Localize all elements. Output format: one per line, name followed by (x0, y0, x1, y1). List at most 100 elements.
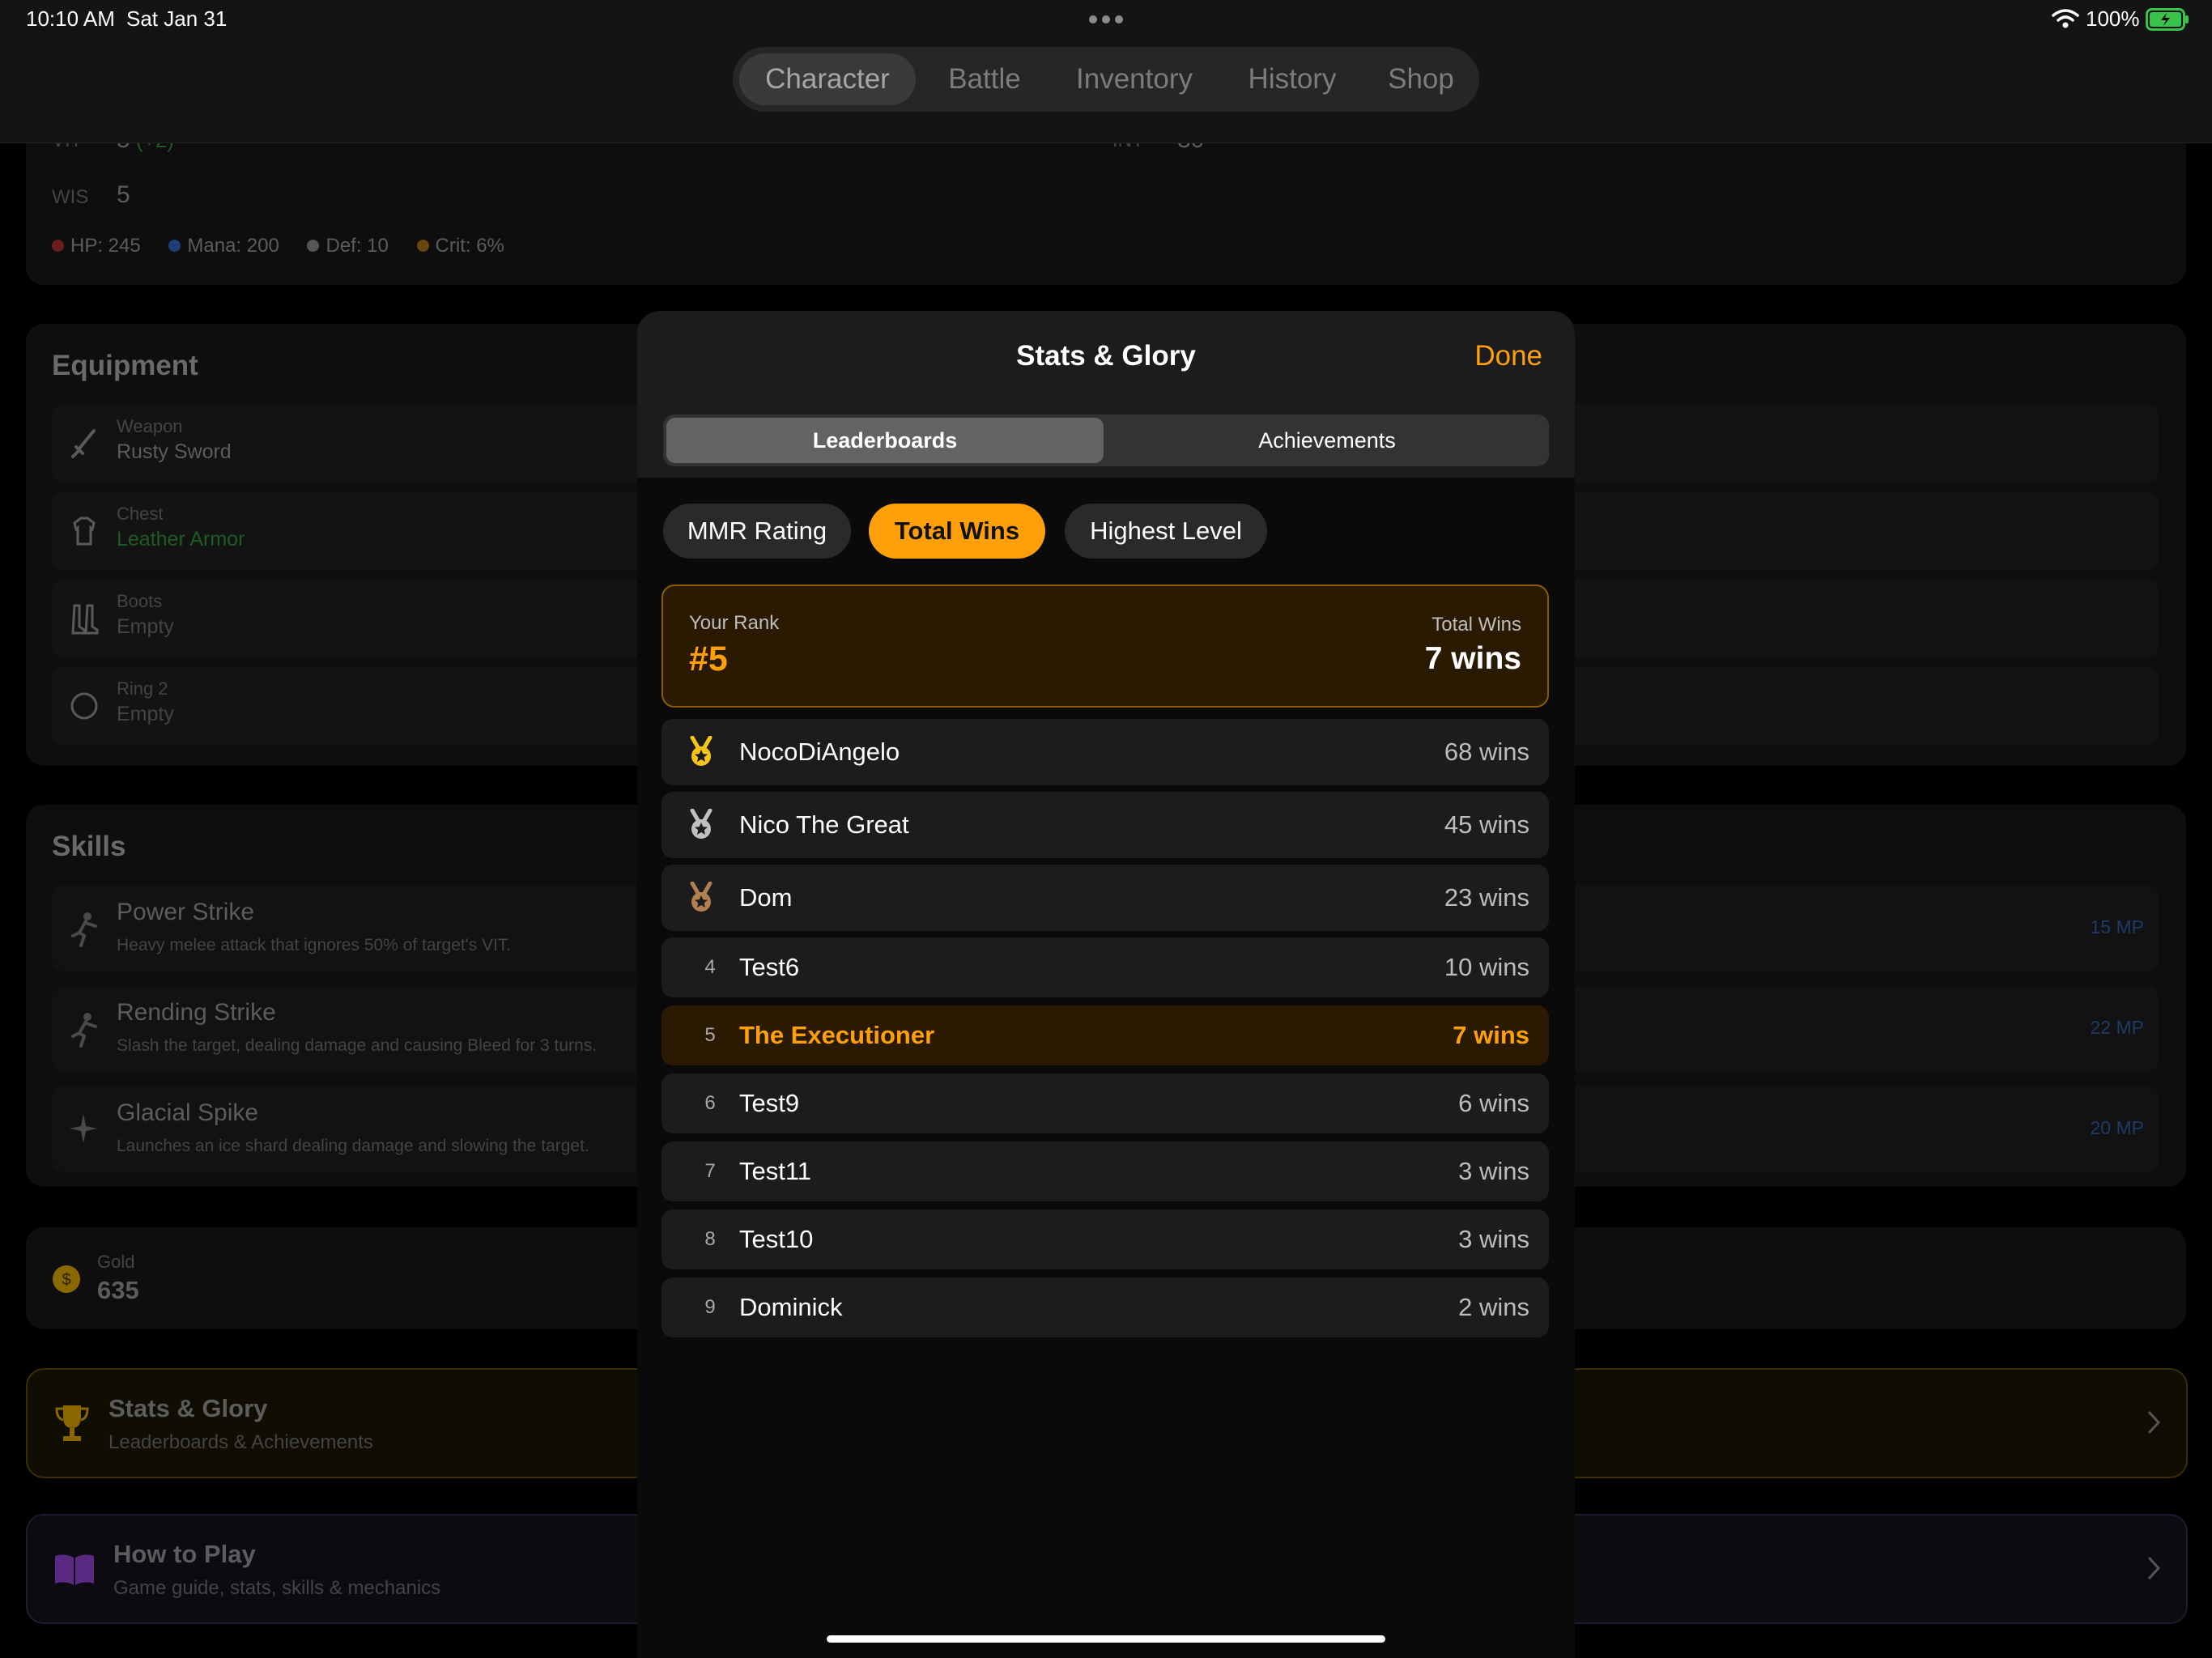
wifi-icon (2052, 8, 2079, 29)
slot-item: Leather Armor (117, 528, 245, 551)
tab-shop[interactable]: Shop (1369, 53, 1473, 105)
slot-label: Weapon (117, 416, 183, 436)
slot-item: Rusty Sword (117, 440, 232, 463)
more-dots-icon[interactable] (1087, 11, 1125, 28)
chevron-right-icon (2146, 1409, 2162, 1436)
player-wins: 3 wins (1458, 1225, 1529, 1253)
leaderboard-row[interactable]: Dom 23 wins (661, 865, 1549, 931)
sheet-title: Stats & Glory (1016, 340, 1196, 372)
player-name: The Executioner (739, 1021, 935, 1049)
coin-icon: $ (52, 1265, 81, 1294)
rank-number: 8 (704, 1228, 716, 1250)
slot-label: Boots (117, 591, 163, 611)
sparkle-icon (68, 1111, 99, 1146)
leaderboard-row[interactable]: 9 Dominick 2 wins (661, 1278, 1549, 1337)
medal-icon (687, 736, 715, 768)
rank-number: 4 (704, 956, 716, 978)
skill-name: Power Strike (117, 899, 255, 925)
your-rank-value: #5 (689, 640, 728, 678)
medal-icon (687, 882, 715, 914)
sheet-header: Stats & Glory Done Leaderboards Achievem… (637, 311, 1575, 478)
player-wins: 2 wins (1458, 1293, 1529, 1321)
skill-cost: 22 MP (2090, 1017, 2144, 1038)
segment-achievements[interactable]: Achievements (1108, 418, 1546, 463)
leaderboard-row[interactable]: 6 Test9 6 wins (661, 1073, 1549, 1133)
equipment-title: Equipment (52, 350, 198, 381)
status-time: 10:10 AM (26, 6, 115, 31)
leaderboard-row[interactable]: 4 Test6 10 wins (661, 937, 1549, 997)
leaderboard-row[interactable]: 8 Test10 3 wins (661, 1209, 1549, 1269)
player-wins: 45 wins (1444, 810, 1529, 839)
hp-stat: HP: 245 (70, 235, 141, 257)
how-to-play-subtitle: Game guide, stats, skills & mechanics (113, 1577, 441, 1599)
player-name: NocoDiAngelo (739, 738, 900, 766)
leaderboard-row[interactable]: NocoDiAngelo 68 wins (661, 719, 1549, 785)
skills-title: Skills (52, 831, 126, 862)
player-wins: 10 wins (1444, 953, 1529, 981)
filter-total-wins[interactable]: Total Wins (869, 504, 1045, 559)
leaderboard-row[interactable]: Nico The Great 45 wins (661, 792, 1549, 858)
boots-icon (70, 602, 99, 635)
gold-label: Gold (97, 1252, 135, 1272)
your-rank-metric-value: 7 wins (1424, 641, 1521, 676)
wis-label: WIS (52, 186, 89, 208)
slot-item: Empty (117, 703, 174, 725)
your-rank-label: Your Rank (689, 612, 780, 634)
battery-icon (2146, 8, 2189, 31)
skill-name: Glacial Spike (117, 1099, 259, 1126)
ring-icon (70, 690, 99, 722)
tab-battle[interactable]: Battle (924, 53, 1045, 105)
rank-number: 9 (704, 1296, 716, 1318)
tab-inventory[interactable]: Inventory (1053, 53, 1215, 105)
status-date: Sat Jan 31 (126, 6, 228, 31)
mana-dot (168, 240, 181, 252)
battery-percent: 100% (2086, 6, 2140, 31)
skill-icon (68, 1012, 99, 1048)
stats-glory-title: Stats & Glory (108, 1394, 268, 1422)
book-icon (53, 1551, 96, 1587)
medal-icon (687, 809, 715, 841)
player-name: Test11 (739, 1157, 812, 1185)
wis-value: 5 (117, 181, 130, 208)
def-dot (307, 240, 320, 252)
hp-dot (52, 240, 64, 252)
leaderboard-row[interactable]: 7 Test11 3 wins (661, 1141, 1549, 1201)
player-name: Nico The Great (739, 810, 909, 839)
done-button[interactable]: Done (1474, 340, 1542, 372)
slot-label: Ring 2 (117, 678, 168, 699)
tab-history[interactable]: History (1223, 53, 1361, 105)
chevron-right-icon (2146, 1554, 2162, 1582)
player-name: Test9 (739, 1089, 800, 1117)
crit-stat: Crit: 6% (435, 235, 504, 257)
skill-cost: 15 MP (2090, 916, 2144, 937)
filter-mmr-rating[interactable]: MMR Rating (663, 504, 851, 559)
leaderboard-row-current-user[interactable]: 5 The Executioner 7 wins (661, 1005, 1549, 1065)
player-wins: 6 wins (1458, 1089, 1529, 1117)
your-rank-metric-label: Total Wins (1431, 614, 1521, 636)
player-name: Test10 (739, 1225, 814, 1253)
player-wins: 23 wins (1444, 883, 1529, 912)
svg-text:$: $ (62, 1271, 70, 1289)
rank-number: 6 (704, 1092, 716, 1114)
slot-label: Chest (117, 504, 164, 524)
skill-cost: 20 MP (2090, 1117, 2144, 1138)
gold-value: 635 (97, 1276, 139, 1304)
def-stat: Def: 10 (325, 235, 389, 257)
segment-leaderboards[interactable]: Leaderboards (666, 418, 1104, 463)
sheet-segmented-control: Leaderboards Achievements (663, 414, 1549, 466)
tab-character[interactable]: Character (739, 53, 916, 105)
player-wins: 7 wins (1453, 1021, 1529, 1049)
slot-item: Empty (117, 615, 174, 638)
player-wins: 68 wins (1444, 738, 1529, 766)
skill-icon (68, 912, 99, 947)
home-indicator (827, 1635, 1385, 1643)
filter-highest-level[interactable]: Highest Level (1065, 504, 1267, 559)
rank-number: 5 (704, 1024, 716, 1046)
armor-icon (70, 515, 99, 547)
rank-number: 7 (704, 1160, 716, 1182)
skill-desc: Heavy melee attack that ignores 50% of t… (117, 936, 512, 954)
attributes-card: VIT 5 (+2) INT 30 WIS 5 HP: 245 Mana: 20… (26, 121, 2186, 285)
derived-stats: HP: 245 Mana: 200 Def: 10 Crit: 6% (52, 235, 504, 257)
crit-dot (416, 240, 429, 252)
main-nav: Character Battle Inventory History Shop (733, 47, 1479, 112)
